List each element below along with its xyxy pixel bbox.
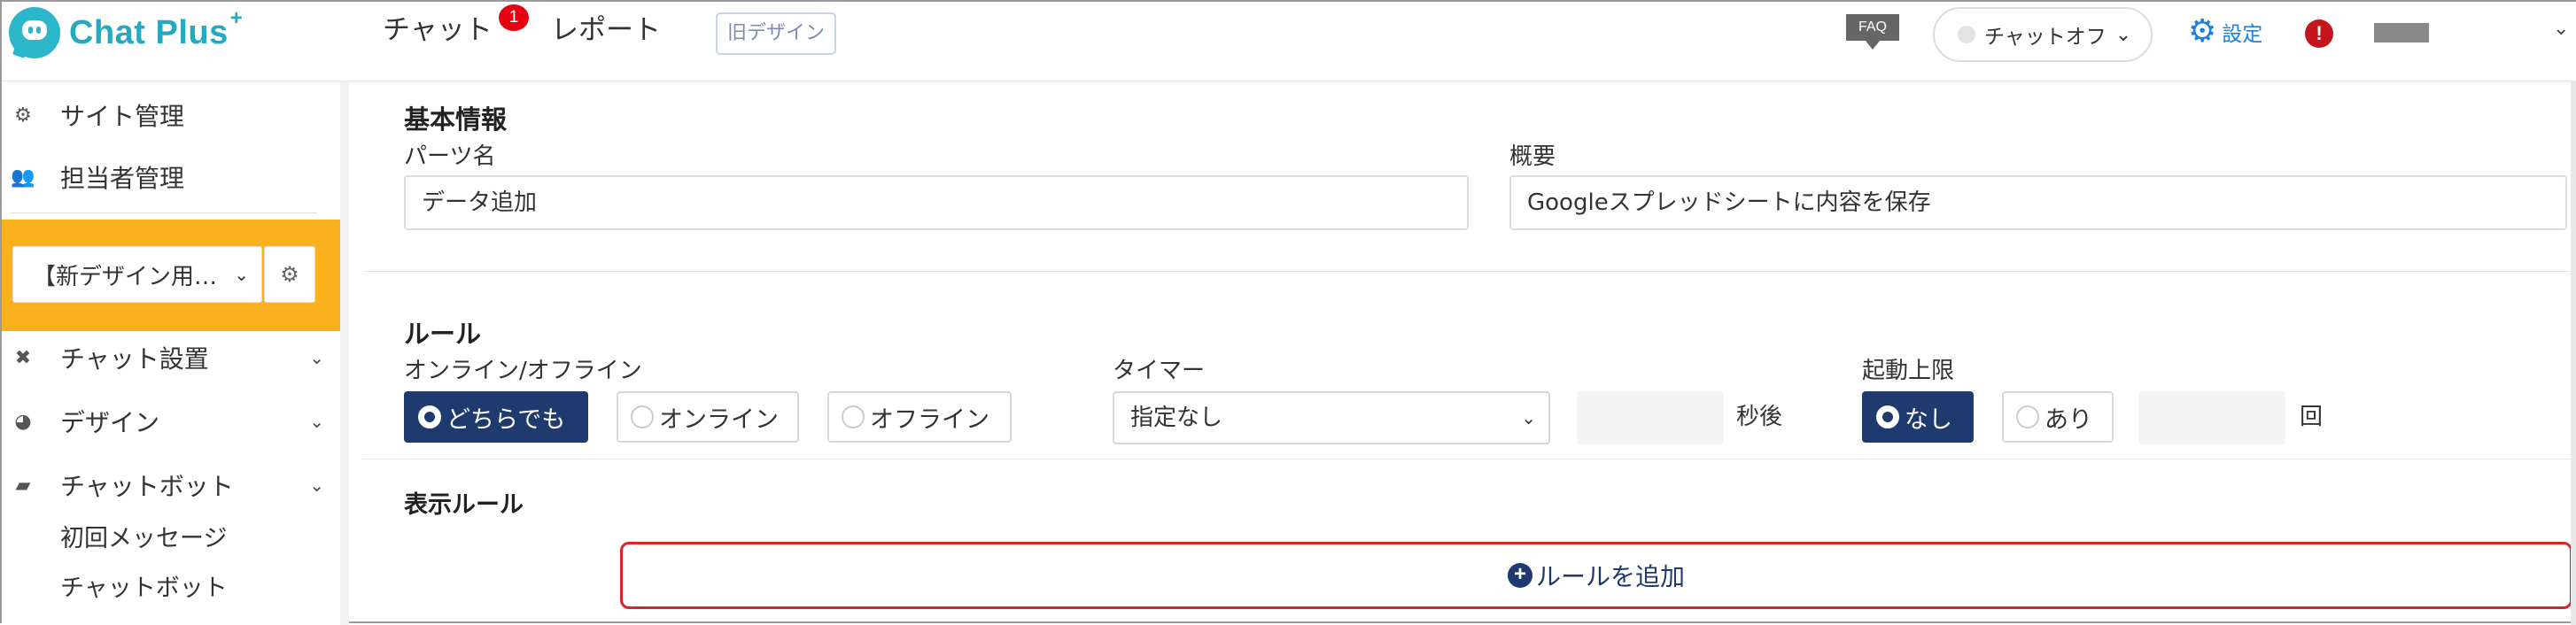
top-header: Chat Plus + チャット 1 レポート 旧デザイン FAQ チャットオフ… bbox=[2, 2, 2576, 81]
site-settings-gear-icon[interactable]: ⚙ bbox=[264, 246, 315, 303]
timer-seconds-input bbox=[1577, 391, 1724, 444]
radio-unselected-icon bbox=[631, 405, 654, 428]
radio-label: なし bbox=[1905, 405, 1952, 434]
radio-label: オフライン bbox=[870, 405, 989, 434]
chat-bubble-icon: ▰ bbox=[15, 474, 31, 497]
faq-icon[interactable]: FAQ bbox=[1846, 14, 1899, 50]
alert-icon[interactable]: ! bbox=[2305, 19, 2333, 48]
chevron-down-icon: ⌄ bbox=[2114, 23, 2132, 46]
nav-report[interactable]: レポート bbox=[551, 12, 661, 48]
settings-label: 設定 bbox=[2222, 23, 2263, 46]
app-frame: Chat Plus + チャット 1 レポート 旧デザイン FAQ チャットオフ… bbox=[0, 0, 2576, 625]
sidebar-subitem-chatbot[interactable]: チャットボット bbox=[60, 568, 228, 603]
sidebar-item-label: チャットボット bbox=[60, 472, 234, 501]
plus-circle-icon: + bbox=[1507, 563, 1532, 588]
palette-icon: ◕ bbox=[14, 410, 32, 433]
summary-input[interactable]: Googleスプレッドシートに内容を保存 bbox=[1509, 175, 2567, 230]
radio-unselected-icon bbox=[842, 405, 865, 428]
chatplus-logo[interactable]: Chat Plus + bbox=[9, 6, 243, 58]
limit-count-input bbox=[2138, 391, 2285, 444]
user-name-redacted[interactable] bbox=[2374, 23, 2429, 42]
radio-either[interactable]: どちらでも bbox=[404, 391, 588, 443]
timer-unit: 秒後 bbox=[1736, 404, 1783, 430]
site-select-value: 【新デザイン用… bbox=[33, 263, 218, 290]
rule-title: ルール bbox=[404, 319, 482, 349]
radio-limit-none[interactable]: なし bbox=[1862, 391, 1974, 443]
summary-label: 概要 bbox=[1509, 143, 1556, 170]
settings-link[interactable]: ⚙ 設定 bbox=[2188, 16, 2262, 48]
chevron-down-icon: ⌄ bbox=[309, 411, 324, 432]
sidebar-item-design[interactable]: ◕ デザイン ⌄ bbox=[2, 397, 345, 446]
radio-offline[interactable]: オフライン bbox=[827, 391, 1012, 443]
sidebar-item-label: サイト管理 bbox=[60, 102, 185, 131]
radio-label: オンライン bbox=[659, 405, 779, 434]
radio-label: あり bbox=[2045, 405, 2092, 434]
display-rule-title: 表示ルール bbox=[404, 491, 524, 519]
sidebar-divider bbox=[11, 212, 317, 213]
timer-select[interactable]: 指定なし ⌄ bbox=[1113, 391, 1550, 444]
radio-label: どちらでも bbox=[446, 405, 566, 434]
status-dot-icon bbox=[1958, 26, 1975, 43]
sidebar: ⚙ サイト管理 👥 担当者管理 【新デザイン用… ⌄ ⚙ ✖ チャット設置 ⌄ … bbox=[2, 81, 345, 625]
add-rule-button[interactable]: + ルールを追加 bbox=[620, 542, 2572, 609]
chat-status-dropdown[interactable]: チャットオフ ⌄ bbox=[1933, 7, 2153, 62]
chevron-down-icon: ⌄ bbox=[309, 475, 324, 496]
nav-chat[interactable]: チャット bbox=[383, 12, 493, 48]
tools-icon: ✖ bbox=[14, 346, 32, 369]
user-menu-chevron-icon[interactable]: ⌄ bbox=[2553, 18, 2569, 40]
logo-plus: + bbox=[229, 6, 243, 30]
section-divider bbox=[363, 271, 2576, 272]
gear-icon: ⚙ bbox=[2188, 13, 2217, 50]
radio-selected-icon bbox=[1876, 405, 1899, 428]
radio-unselected-icon bbox=[2016, 405, 2039, 428]
main-content: 基本情報 パーツ名 データ追加 概要 Googleスプレッドシートに内容を保存 … bbox=[349, 81, 2576, 625]
site-select-highlight: 【新デザイン用… ⌄ ⚙ bbox=[2, 220, 342, 331]
sidebar-item-label: 担当者管理 bbox=[60, 164, 185, 193]
sidebar-item-chat-setup[interactable]: ✖ チャット設置 ⌄ bbox=[2, 333, 345, 382]
add-rule-label: ルールを追加 bbox=[1535, 562, 1685, 591]
gear-icon: ⚙ bbox=[14, 104, 32, 127]
timer-label: タイマー bbox=[1113, 358, 1206, 384]
site-select-dropdown[interactable]: 【新デザイン用… ⌄ bbox=[12, 246, 262, 303]
chat-status-label: チャットオフ bbox=[1984, 26, 2107, 49]
part-name-label: パーツ名 bbox=[404, 143, 496, 170]
limit-unit: 回 bbox=[2300, 404, 2324, 430]
chevron-down-icon: ⌄ bbox=[309, 347, 324, 368]
timer-select-value: 指定なし bbox=[1130, 405, 1223, 431]
sidebar-item-label: チャット設置 bbox=[60, 344, 209, 374]
chatplus-logo-icon bbox=[9, 7, 60, 58]
sidebar-item-site-admin[interactable]: ⚙ サイト管理 bbox=[2, 90, 345, 140]
launch-limit-label: 起動上限 bbox=[1862, 358, 1955, 384]
radio-selected-icon bbox=[418, 405, 441, 428]
sidebar-item-staff-admin[interactable]: 👥 担当者管理 bbox=[2, 152, 345, 202]
sidebar-subitem-first-message[interactable]: 初回メッセージ bbox=[60, 519, 227, 553]
chevron-down-icon: ⌄ bbox=[1521, 407, 1536, 428]
sidebar-item-label: デザイン bbox=[60, 408, 160, 437]
chat-notification-badge: 1 bbox=[499, 4, 529, 31]
logo-text: Chat Plus bbox=[69, 13, 229, 51]
basic-info-title: 基本情報 bbox=[404, 104, 508, 135]
radio-limit-yes[interactable]: あり bbox=[2002, 391, 2114, 443]
sidebar-item-chatbot[interactable]: ▰ チャットボット ⌄ bbox=[2, 460, 345, 510]
part-name-input[interactable]: データ追加 bbox=[404, 175, 1469, 230]
sidebar-scrollbar[interactable] bbox=[340, 81, 349, 625]
main-scrollbar[interactable] bbox=[2571, 81, 2576, 625]
old-design-button[interactable]: 旧デザイン bbox=[716, 12, 836, 55]
radio-online[interactable]: オンライン bbox=[617, 391, 799, 443]
online-offline-label: オンライン/オフライン bbox=[404, 358, 642, 384]
users-icon: 👥 bbox=[11, 166, 35, 189]
chevron-down-icon: ⌄ bbox=[234, 264, 249, 285]
